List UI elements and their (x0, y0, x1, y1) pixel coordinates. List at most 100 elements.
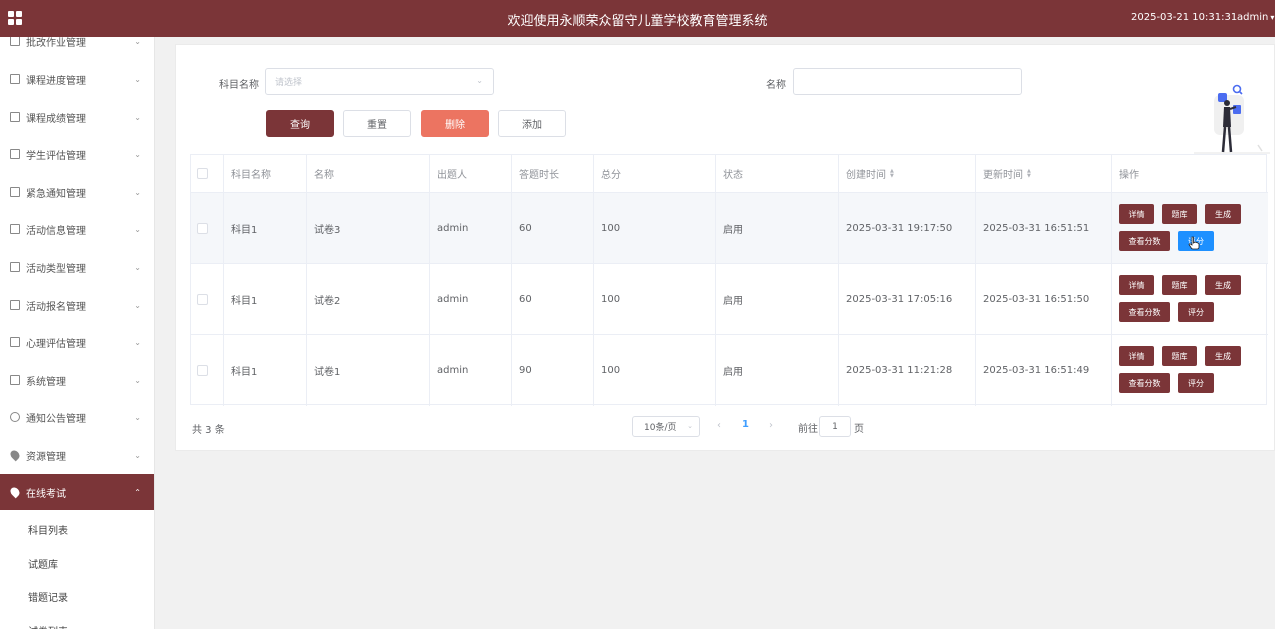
sidebar-item-homework-grading[interactable]: 批改作业管理 ⌄ (0, 37, 154, 59)
cell-subject: 科目1 (224, 193, 307, 263)
cell-operations: 详情 题库 生成 查看分数 评分 (1112, 264, 1268, 334)
view-score-button[interactable]: 查看分数 (1119, 373, 1170, 393)
subject-select-placeholder: 请选择 (275, 78, 303, 88)
cell-status: 启用 (716, 193, 839, 263)
sidebar-item-activity-info[interactable]: 活动信息管理 ⌄ (0, 211, 154, 247)
sidebar-item-announcements[interactable]: 通知公告管理 ⌄ (0, 399, 154, 435)
generate-button[interactable]: 生成 (1205, 346, 1241, 366)
sort-caret-icon[interactable]: ▲ ▼ (890, 168, 894, 179)
username: admin (1237, 12, 1269, 23)
select-all-cell (191, 155, 224, 192)
column-header-label: 更新时间 (983, 170, 1023, 181)
detail-button[interactable]: 详情 (1119, 204, 1154, 224)
cell-subject: 科目1 (224, 264, 307, 334)
sidebar-item-psych-evaluation[interactable]: 心理评估管理 ⌄ (0, 324, 154, 360)
sidebar-item-emergency-notice[interactable]: 紧急通知管理 ⌄ (0, 174, 154, 210)
goto-page-input[interactable]: 1 (819, 416, 851, 437)
column-header-updated[interactable]: 更新时间 ▲ ▼ (976, 155, 1112, 192)
generate-button[interactable]: 生成 (1205, 275, 1241, 295)
chevron-down-icon: ⌄ (134, 37, 141, 46)
cell-name: 试卷2 (307, 264, 430, 334)
main-panel: 科目名称 请选择 ⌄ 名称 查询 重置 删除 添加 科目名称 名称 出题人 答题… (175, 44, 1275, 451)
location-pin-icon (8, 485, 22, 499)
sidebar-item-resources[interactable]: 资源管理 ⌄ (0, 437, 154, 473)
reset-button[interactable]: 重置 (343, 110, 411, 137)
sidebar-subitem-subject-list[interactable]: 科目列表 (0, 512, 154, 546)
column-header-created[interactable]: 创建时间 ▲ ▼ (839, 155, 976, 192)
prev-page-icon[interactable]: ‹ (717, 420, 721, 431)
row-checkbox-cell (191, 335, 224, 406)
location-pin-icon (8, 448, 22, 462)
cell-status: 启用 (716, 335, 839, 406)
page-size-select[interactable]: 10条/页 ⌄ (632, 416, 700, 437)
name-input[interactable] (793, 68, 1022, 95)
sidebar-item-online-exam[interactable]: 在线考试 ⌃ (0, 474, 154, 510)
cell-author: admin (430, 264, 512, 334)
name-label: 名称 (766, 80, 786, 91)
chevron-down-icon: ⌄ (134, 74, 141, 84)
column-header: 状态 (716, 155, 839, 192)
generate-button[interactable]: 生成 (1205, 204, 1241, 224)
table-header: 科目名称 名称 出题人 答题时长 总分 状态 创建时间 ▲ ▼ 更新时间 ▲ ▼ 操作 (191, 155, 1268, 193)
table-row: 科目1 试卷3 admin 60 100 启用 2025-03-31 19:17… (191, 193, 1268, 264)
page-size-value: 10条/页 (644, 423, 677, 433)
row-checkbox[interactable] (197, 222, 208, 234)
sidebar-item-course-progress[interactable]: 课程进度管理 ⌄ (0, 61, 154, 97)
app-title: 欢迎使用永顺荣众留守儿童学校教育管理系统 (507, 14, 768, 29)
chevron-down-icon: ⌄ (134, 187, 141, 197)
query-button[interactable]: 查询 (266, 110, 334, 137)
sidebar-subitem-exam-papers[interactable]: 试卷列表 (0, 613, 154, 629)
user-menu[interactable]: admin ▾ (1237, 12, 1274, 23)
next-page-icon[interactable]: › (769, 420, 773, 431)
delete-button[interactable]: 删除 (421, 110, 489, 137)
chevron-down-icon: ⌄ (134, 262, 141, 272)
select-all-checkbox[interactable] (197, 168, 208, 179)
cell-created: 2025-03-31 17:05:16 (839, 264, 976, 334)
sidebar-subitem-question-bank[interactable]: 试题库 (0, 546, 154, 580)
question-bank-button[interactable]: 题库 (1162, 204, 1197, 224)
view-score-button[interactable]: 查看分数 (1119, 231, 1170, 251)
add-button[interactable]: 添加 (498, 110, 566, 137)
grade-button[interactable]: 评分 (1178, 373, 1214, 393)
row-checkbox[interactable] (197, 365, 208, 376)
chevron-down-icon: ⌄ (476, 76, 483, 85)
view-score-button[interactable]: 查看分数 (1119, 302, 1170, 322)
subject-select[interactable]: 请选择 ⌄ (265, 68, 494, 95)
page-number-current[interactable]: 1 (742, 419, 749, 430)
cell-updated: 2025-03-31 16:51:51 (976, 193, 1112, 263)
grade-button[interactable]: 评分 (1178, 302, 1214, 322)
cell-score: 100 (594, 264, 716, 334)
cell-name: 试卷3 (307, 193, 430, 263)
sidebar-item-student-evaluation[interactable]: 学生评估管理 ⌄ (0, 136, 154, 172)
cell-created: 2025-03-31 11:21:28 (839, 335, 976, 406)
sidebar-item-course-grades[interactable]: 课程成绩管理 ⌄ (0, 99, 154, 135)
row-checkbox-cell (191, 264, 224, 334)
detail-button[interactable]: 详情 (1119, 346, 1154, 366)
cell-author: admin (430, 193, 512, 263)
sidebar-item-activity-signup[interactable]: 活动报名管理 ⌄ (0, 287, 154, 323)
detail-button[interactable]: 详情 (1119, 275, 1154, 295)
info-icon (10, 412, 20, 422)
row-checkbox[interactable] (197, 293, 208, 305)
cell-name: 试卷1 (307, 335, 430, 406)
document-icon (10, 224, 20, 234)
chevron-down-icon: ⌄ (134, 112, 141, 122)
column-header: 科目名称 (224, 155, 307, 192)
table-row: 科目1 试卷1 admin 90 100 启用 2025-03-31 11:21… (191, 335, 1268, 406)
subject-label: 科目名称 (219, 80, 259, 91)
chevron-up-icon: ⌃ (134, 487, 141, 497)
question-bank-button[interactable]: 题库 (1162, 346, 1197, 366)
cell-duration: 60 (512, 264, 594, 334)
cell-operations: 详情 题库 生成 查看分数 评分 (1112, 335, 1268, 406)
picture-icon (10, 375, 20, 385)
hand-cursor-icon (1188, 236, 1200, 250)
chevron-down-icon: ⌄ (134, 450, 141, 460)
document-icon (10, 149, 20, 159)
sidebar-subitem-wrong-answers[interactable]: 错题记录 (0, 579, 154, 613)
sort-caret-icon[interactable]: ▲ ▼ (1027, 168, 1031, 179)
sidebar-item-system[interactable]: 系统管理 ⌄ (0, 362, 154, 398)
column-header-label: 创建时间 (846, 170, 886, 181)
document-icon (10, 262, 20, 272)
question-bank-button[interactable]: 题库 (1162, 275, 1197, 295)
sidebar-item-activity-type[interactable]: 活动类型管理 ⌄ (0, 249, 154, 285)
